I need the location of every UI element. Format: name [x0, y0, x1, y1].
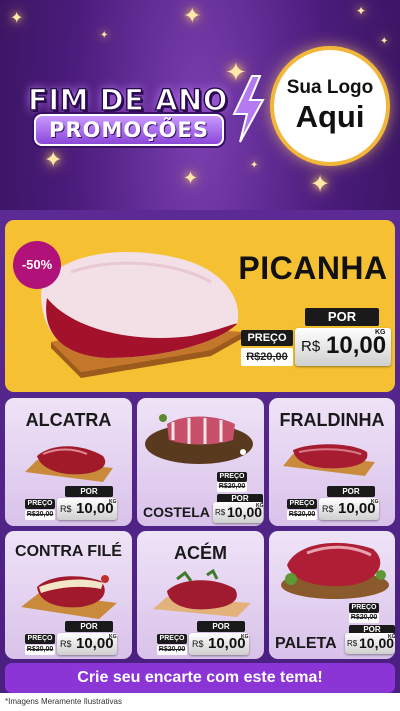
sparkle-icon: ✦ [100, 30, 109, 41]
paleta-image [281, 542, 389, 599]
hero-price-tag: POR PREÇO R$20,00 R$ 10,00 KG [241, 308, 391, 372]
product-name: ALCATRA [25, 410, 112, 430]
por-label: POR [65, 621, 113, 632]
preco-label: PREÇO [349, 603, 379, 613]
sparkle-icon: ✦ [310, 170, 331, 198]
por-label: POR [65, 486, 113, 497]
price-tag: POR PREÇO R$20,00 R$ 10,00 KG [25, 486, 117, 522]
logo-text-1: Sua Logo [286, 77, 374, 98]
new-price: R$ 10,00 KG [345, 633, 395, 654]
currency-symbol: R$ [215, 508, 226, 517]
product-card-acem: ACÉM POR PREÇO R$20,00 R$ 10,00 KG [137, 531, 264, 659]
new-price: R$ 10,00 KG [57, 498, 117, 520]
create-flyer-button[interactable]: Crie seu encarte com este tema! [5, 663, 395, 693]
price-value: 10,00 [76, 635, 114, 652]
price-tag: POR PREÇO R$20,00 R$ 10,00 KG [157, 621, 249, 657]
currency-symbol: R$ [60, 504, 72, 514]
preco-label: PREÇO [217, 472, 247, 482]
product-card-contra-file: CONTRA FILÉ POR PREÇO R$20,00 R$ 10,00 K… [5, 531, 132, 659]
sparkle-icon: ✦ [356, 4, 367, 18]
unit-label: KG [109, 634, 117, 640]
sparkle-icon: ✦ [250, 160, 259, 171]
unit-label: KG [388, 634, 395, 640]
currency-symbol: R$ [301, 338, 321, 355]
product-name: FRALDINHA [279, 410, 385, 430]
new-price: R$ 10,00 KG [57, 633, 117, 655]
disclaimer-text: *Imagens Meramente Ilustrativas [0, 693, 400, 711]
price-tag: POR PREÇO R$20,00 R$ 10,00 KG [25, 621, 117, 657]
unit-label: KG [241, 634, 249, 640]
preco-label: PREÇO [241, 330, 293, 346]
currency-symbol: R$ [322, 504, 334, 514]
product-name: COSTELA [143, 504, 210, 520]
preco-label: PREÇO [157, 634, 187, 644]
price-value: 10,00 [338, 500, 376, 517]
contra-file-image [21, 575, 117, 619]
sparkle-icon: ✦ [183, 168, 199, 189]
old-price: R$20,00 [25, 510, 55, 520]
product-card-paleta: PREÇO R$20,00 POR PALETA R$ 10,00 KG [269, 531, 395, 659]
unit-label: KG [375, 329, 386, 336]
product-card-fraldinha: FRALDINHA POR PREÇO R$20,00 R$ 10,00 KG [269, 398, 395, 526]
price-tag: R$ 10,00 KG [345, 633, 395, 655]
old-price: R$20,00 [287, 510, 317, 520]
price-tag: POR PREÇO R$20,00 R$ 10,00 KG [287, 486, 379, 522]
unit-label: KG [256, 503, 264, 509]
hero-product-name: PICANHA [238, 250, 388, 286]
new-price: R$ 10,00 KG [213, 502, 264, 523]
old-price: R$20,00 [157, 645, 187, 655]
product-card-costela: PREÇO R$20,00 POR COSTELA R$ 10,00 KG [137, 398, 264, 526]
price-value: 10,00 [76, 500, 114, 517]
promo-poster: ✦ ✦ ✦ ✦ ✦ ✦ ✦ ✦ ✦ ✦ FIM DE ANO PROMOÇÕES… [0, 0, 400, 711]
currency-symbol: R$ [192, 639, 204, 649]
por-label: POR [327, 486, 375, 497]
old-price: R$20,00 [349, 613, 379, 623]
sparkle-icon: ✦ [10, 8, 24, 27]
hero-product-card: -50% PICANHA POR PREÇO R$20,00 R$ 10,00 … [5, 220, 395, 392]
currency-symbol: R$ [60, 639, 72, 649]
promo-title: FIM DE ANO PROMOÇÕES [8, 72, 268, 152]
preco-label: PREÇO [287, 499, 317, 509]
title-line-2: PROMOÇÕES [34, 114, 224, 146]
preco-label: PREÇO [25, 634, 55, 644]
sparkle-icon: ✦ [183, 4, 202, 29]
new-price: R$ 10,00 KG [295, 328, 391, 366]
logo-placeholder: Sua Logo Aqui [274, 50, 386, 162]
price-tag: R$ 10,00 KG [213, 502, 264, 524]
old-price: R$20,00 [241, 348, 293, 366]
logo-text-2: Aqui [295, 99, 365, 134]
product-card-alcatra: ALCATRA POR PREÇO R$20,00 R$ 10,00 KG [5, 398, 132, 526]
product-name: ACÉM [174, 543, 227, 563]
product-name: CONTRA FILÉ [15, 543, 122, 560]
currency-symbol: R$ [347, 639, 358, 648]
acem-image [153, 569, 251, 617]
fraldinha-image [283, 444, 375, 476]
product-name: PALETA [275, 635, 337, 652]
new-price: R$ 10,00 KG [319, 498, 379, 520]
costela-image [145, 414, 253, 464]
por-label: POR [305, 308, 379, 326]
old-price: R$20,00 [25, 645, 55, 655]
unit-label: KG [109, 499, 117, 505]
new-price: R$ 10,00 KG [189, 633, 249, 655]
old-price: R$20,00 [217, 482, 247, 492]
preco-label: PREÇO [25, 499, 55, 509]
por-label: POR [197, 621, 245, 632]
price-value: 10,00 [326, 332, 387, 359]
alcatra-image [25, 446, 113, 482]
unit-label: KG [371, 499, 379, 505]
sparkle-icon: ✦ [380, 36, 389, 47]
price-value: 10,00 [208, 635, 246, 652]
discount-badge: -50% [13, 241, 61, 289]
